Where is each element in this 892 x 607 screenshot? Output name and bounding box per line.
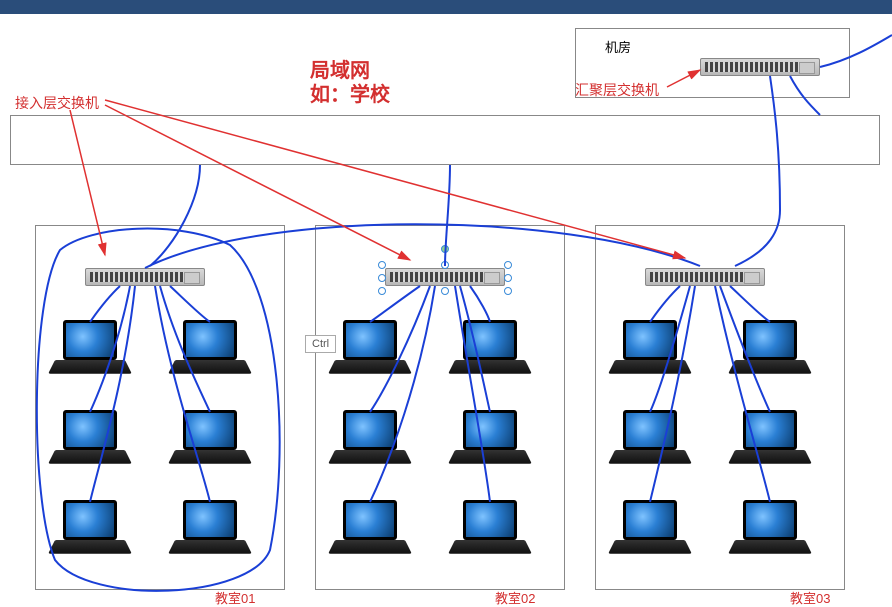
laptop bbox=[615, 410, 685, 470]
laptop bbox=[335, 320, 405, 380]
laptop bbox=[335, 410, 405, 470]
rotation-handle[interactable] bbox=[441, 245, 449, 253]
laptop bbox=[55, 320, 125, 380]
classroom-01-label: 教室01 bbox=[215, 588, 255, 607]
classroom-02-label: 教室02 bbox=[495, 588, 535, 607]
laptop bbox=[615, 320, 685, 380]
laptop bbox=[455, 410, 525, 470]
laptop bbox=[735, 320, 805, 380]
distribution-bar bbox=[10, 115, 880, 165]
aggregation-switch bbox=[700, 58, 820, 76]
laptop bbox=[335, 500, 405, 560]
selection-handle[interactable] bbox=[504, 274, 512, 282]
laptop bbox=[55, 500, 125, 560]
access-switch-01 bbox=[85, 268, 205, 286]
laptop bbox=[175, 320, 245, 380]
selection-handle[interactable] bbox=[378, 261, 386, 269]
laptop bbox=[615, 500, 685, 560]
laptop bbox=[455, 500, 525, 560]
access-switch-label: 接入层交换机 bbox=[15, 93, 99, 113]
selection-handle[interactable] bbox=[441, 287, 449, 295]
classroom-03-label: 教室03 bbox=[790, 588, 830, 607]
access-switch-02 bbox=[385, 268, 505, 286]
laptop bbox=[735, 500, 805, 560]
top-bar bbox=[0, 0, 892, 14]
laptop bbox=[175, 500, 245, 560]
laptop bbox=[455, 320, 525, 380]
laptop bbox=[55, 410, 125, 470]
diagram-title-line2: 如：学校 bbox=[310, 78, 390, 107]
selection-handle[interactable] bbox=[441, 261, 449, 269]
selection-handle[interactable] bbox=[504, 287, 512, 295]
laptop bbox=[175, 410, 245, 470]
ctrl-badge: Ctrl bbox=[305, 335, 336, 353]
selection-handle[interactable] bbox=[504, 261, 512, 269]
laptop bbox=[735, 410, 805, 470]
selection-handle[interactable] bbox=[378, 287, 386, 295]
selection-handle[interactable] bbox=[378, 274, 386, 282]
access-switch-03 bbox=[645, 268, 765, 286]
